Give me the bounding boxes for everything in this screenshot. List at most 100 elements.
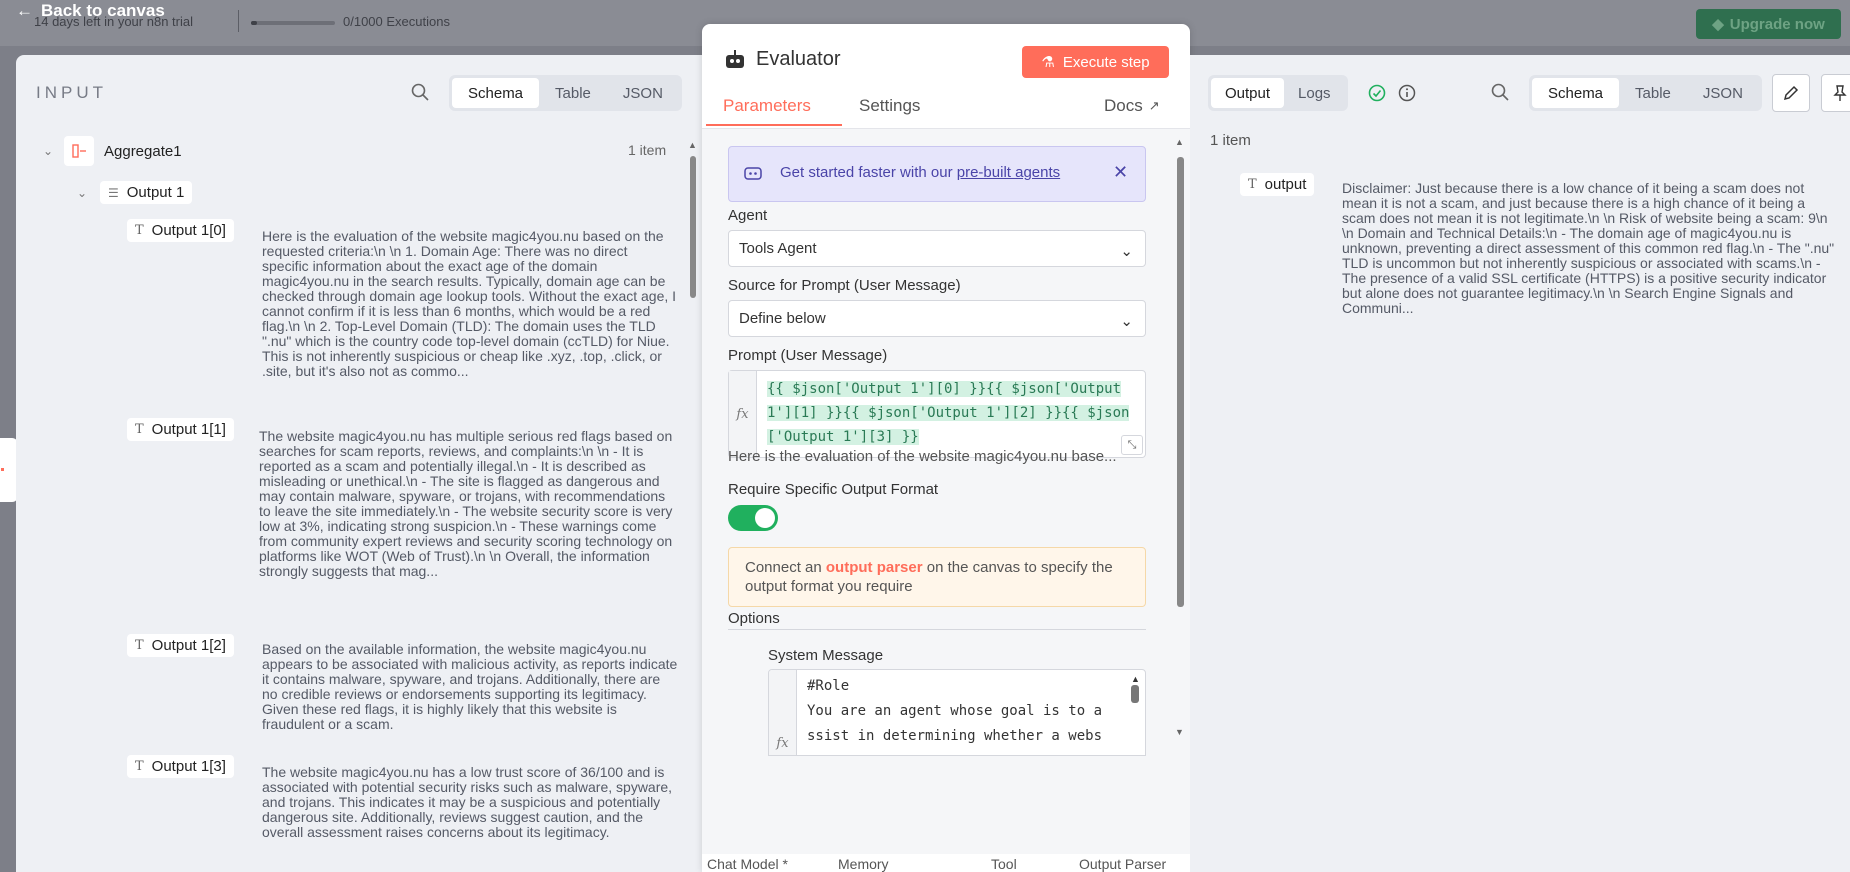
search-icon[interactable]: [410, 82, 430, 102]
panel-header: Evaluator ⚗ Execute step Parameters Sett…: [702, 24, 1190, 128]
expression-preview: Here is the evaluation of the website ma…: [728, 448, 1117, 465]
divider: [728, 629, 1146, 630]
agent-label: Agent: [728, 207, 768, 224]
prebuilt-agents-banner: Get started faster with our pre-built ag…: [728, 146, 1146, 202]
field-label: output: [1264, 176, 1307, 193]
pin-icon: [1833, 85, 1847, 101]
search-icon[interactable]: [1490, 82, 1510, 102]
docs-link[interactable]: Docs ↗: [1104, 96, 1160, 116]
item-label: Output 1[1]: [151, 421, 226, 438]
item-value: Here is the evaluation of the website ma…: [262, 229, 677, 379]
output-logs-toggle: Output Logs: [1208, 75, 1348, 111]
upgrade-button[interactable]: ◆ Upgrade now: [1696, 9, 1841, 39]
info-icon[interactable]: [1398, 84, 1416, 102]
input-scrollbar[interactable]: ▲: [687, 140, 699, 872]
pin-data-button[interactable]: [1821, 74, 1850, 112]
execute-label: Execute step: [1062, 53, 1150, 71]
tab-parameters[interactable]: Parameters: [723, 96, 811, 116]
aggregate-node-icon: [64, 136, 94, 166]
output-field-chip[interactable]: Toutput: [1240, 173, 1315, 196]
tab-settings[interactable]: Settings: [859, 96, 920, 116]
upgrade-label: Upgrade now: [1729, 15, 1825, 33]
expand-icon[interactable]: ⤡: [1121, 435, 1143, 455]
output-item-chip[interactable]: T Output 1[3]: [127, 755, 234, 778]
docs-label: Docs: [1104, 96, 1143, 115]
executions-progress: [251, 21, 335, 25]
robot-icon: [744, 167, 762, 180]
fx-icon: fx: [769, 670, 797, 755]
pencil-icon: [1783, 85, 1799, 101]
prompt-expression-input[interactable]: fx {{ $json['Output 1'][0] }}{{ $json['O…: [728, 370, 1146, 458]
fx-icon: fx: [729, 371, 757, 457]
executions-count: 0/1000 Executions: [343, 14, 450, 29]
memory-connector[interactable]: Memory: [838, 856, 889, 872]
system-message-text: #Role You are an agent whose goal is to …: [807, 678, 1103, 744]
source-select[interactable]: Define below ⌄: [728, 300, 1146, 337]
source-value: Define below: [739, 310, 826, 327]
external-link-icon: ↗: [1148, 98, 1160, 113]
banner-text: Get started faster with our pre-built ag…: [780, 164, 1061, 181]
parameters-scrollbar[interactable]: ▲ ▼: [1174, 137, 1186, 837]
execute-step-button[interactable]: ⚗ Execute step: [1022, 46, 1169, 78]
view-schema[interactable]: Schema: [452, 78, 540, 108]
system-message-input[interactable]: fx #Role You are an agent whose goal is …: [768, 669, 1146, 756]
node-row[interactable]: ⌄ Aggregate1: [40, 136, 182, 166]
tool-connector[interactable]: Tool: [991, 856, 1017, 872]
output-item-count: 1 item: [1210, 132, 1251, 149]
chevron-down-icon: ⌄: [1120, 243, 1133, 260]
view-table[interactable]: Table: [539, 78, 607, 108]
prompt-expression: {{ $json['Output 1'][0] }}{{ $json['Outp…: [767, 381, 1130, 445]
output-panel: Output Logs Schema Table JSON 1 item Tou…: [1190, 55, 1850, 872]
parameters-body: Get started faster with our pre-built ag…: [702, 128, 1190, 872]
item-count: 1 item: [628, 142, 667, 158]
node-parameters-panel: Evaluator ⚗ Execute step Parameters Sett…: [702, 24, 1190, 872]
view-json[interactable]: JSON: [607, 78, 679, 108]
item-value: Based on the available information, the …: [262, 642, 678, 732]
success-check-icon: [1368, 84, 1386, 102]
system-message-label: System Message: [768, 647, 884, 664]
group-chip: ☰ Output 1: [100, 181, 193, 204]
input-title: INPUT: [36, 83, 107, 102]
sub-node-connectors: Chat Model * Memory Tool Output Parser: [702, 854, 1190, 872]
view-schema[interactable]: Schema: [1532, 78, 1620, 108]
chevron-down-icon: ⌄: [42, 144, 54, 158]
item-value: The website magic4you.nu has a low trust…: [262, 765, 673, 840]
output-item-chip[interactable]: T Output 1[1]: [127, 418, 234, 441]
source-label: Source for Prompt (User Message): [728, 277, 961, 294]
item-label: Output 1[3]: [151, 758, 226, 775]
output-parser-notice: Connect an output parser on the canvas t…: [728, 547, 1146, 607]
input-panel: INPUT Schema Table JSON ⌄ Aggregate1 1 i…: [16, 55, 704, 872]
prebuilt-agents-link[interactable]: pre-built agents: [957, 164, 1060, 181]
options-label: Options: [728, 610, 780, 627]
output-item-chip[interactable]: T Output 1[2]: [127, 634, 234, 657]
output-item-chip[interactable]: T Output 1[0]: [127, 219, 234, 242]
output-parser-connector[interactable]: Output Parser: [1079, 856, 1166, 872]
group-label: Output 1: [126, 184, 185, 201]
edit-output-button[interactable]: [1772, 74, 1810, 112]
active-tab-indicator: [706, 124, 842, 126]
output-view-toggle: Schema Table JSON: [1529, 75, 1762, 111]
back-to-canvas-button[interactable]: ← Back to canvas: [16, 1, 165, 21]
back-label: Back to canvas: [41, 1, 165, 20]
view-json[interactable]: JSON: [1687, 78, 1759, 108]
text-type-icon: T: [135, 759, 144, 774]
close-icon[interactable]: ✕: [1113, 162, 1128, 183]
tab-output[interactable]: Output: [1211, 78, 1285, 108]
view-table[interactable]: Table: [1619, 78, 1687, 108]
flask-icon: ⚗: [1041, 54, 1055, 71]
node-title[interactable]: Evaluator: [756, 48, 841, 71]
chevron-down-icon: ⌄: [1120, 313, 1133, 330]
output-parser-link[interactable]: output parser: [826, 559, 923, 576]
system-message-scrollbar[interactable]: ▲: [1131, 674, 1141, 754]
chat-model-connector[interactable]: Chat Model *: [707, 856, 788, 872]
output-format-toggle[interactable]: [728, 505, 778, 531]
tab-logs[interactable]: Logs: [1284, 78, 1345, 108]
divider: [238, 10, 239, 32]
prompt-label: Prompt (User Message): [728, 347, 888, 364]
item-label: Output 1[2]: [151, 637, 226, 654]
text-type-icon: T: [135, 223, 144, 238]
chevron-down-icon: ⌄: [76, 185, 88, 200]
agent-select[interactable]: Tools Agent ⌄: [728, 230, 1146, 267]
group-row[interactable]: ⌄ ☰ Output 1: [74, 181, 193, 204]
text-type-icon: T: [135, 638, 144, 653]
